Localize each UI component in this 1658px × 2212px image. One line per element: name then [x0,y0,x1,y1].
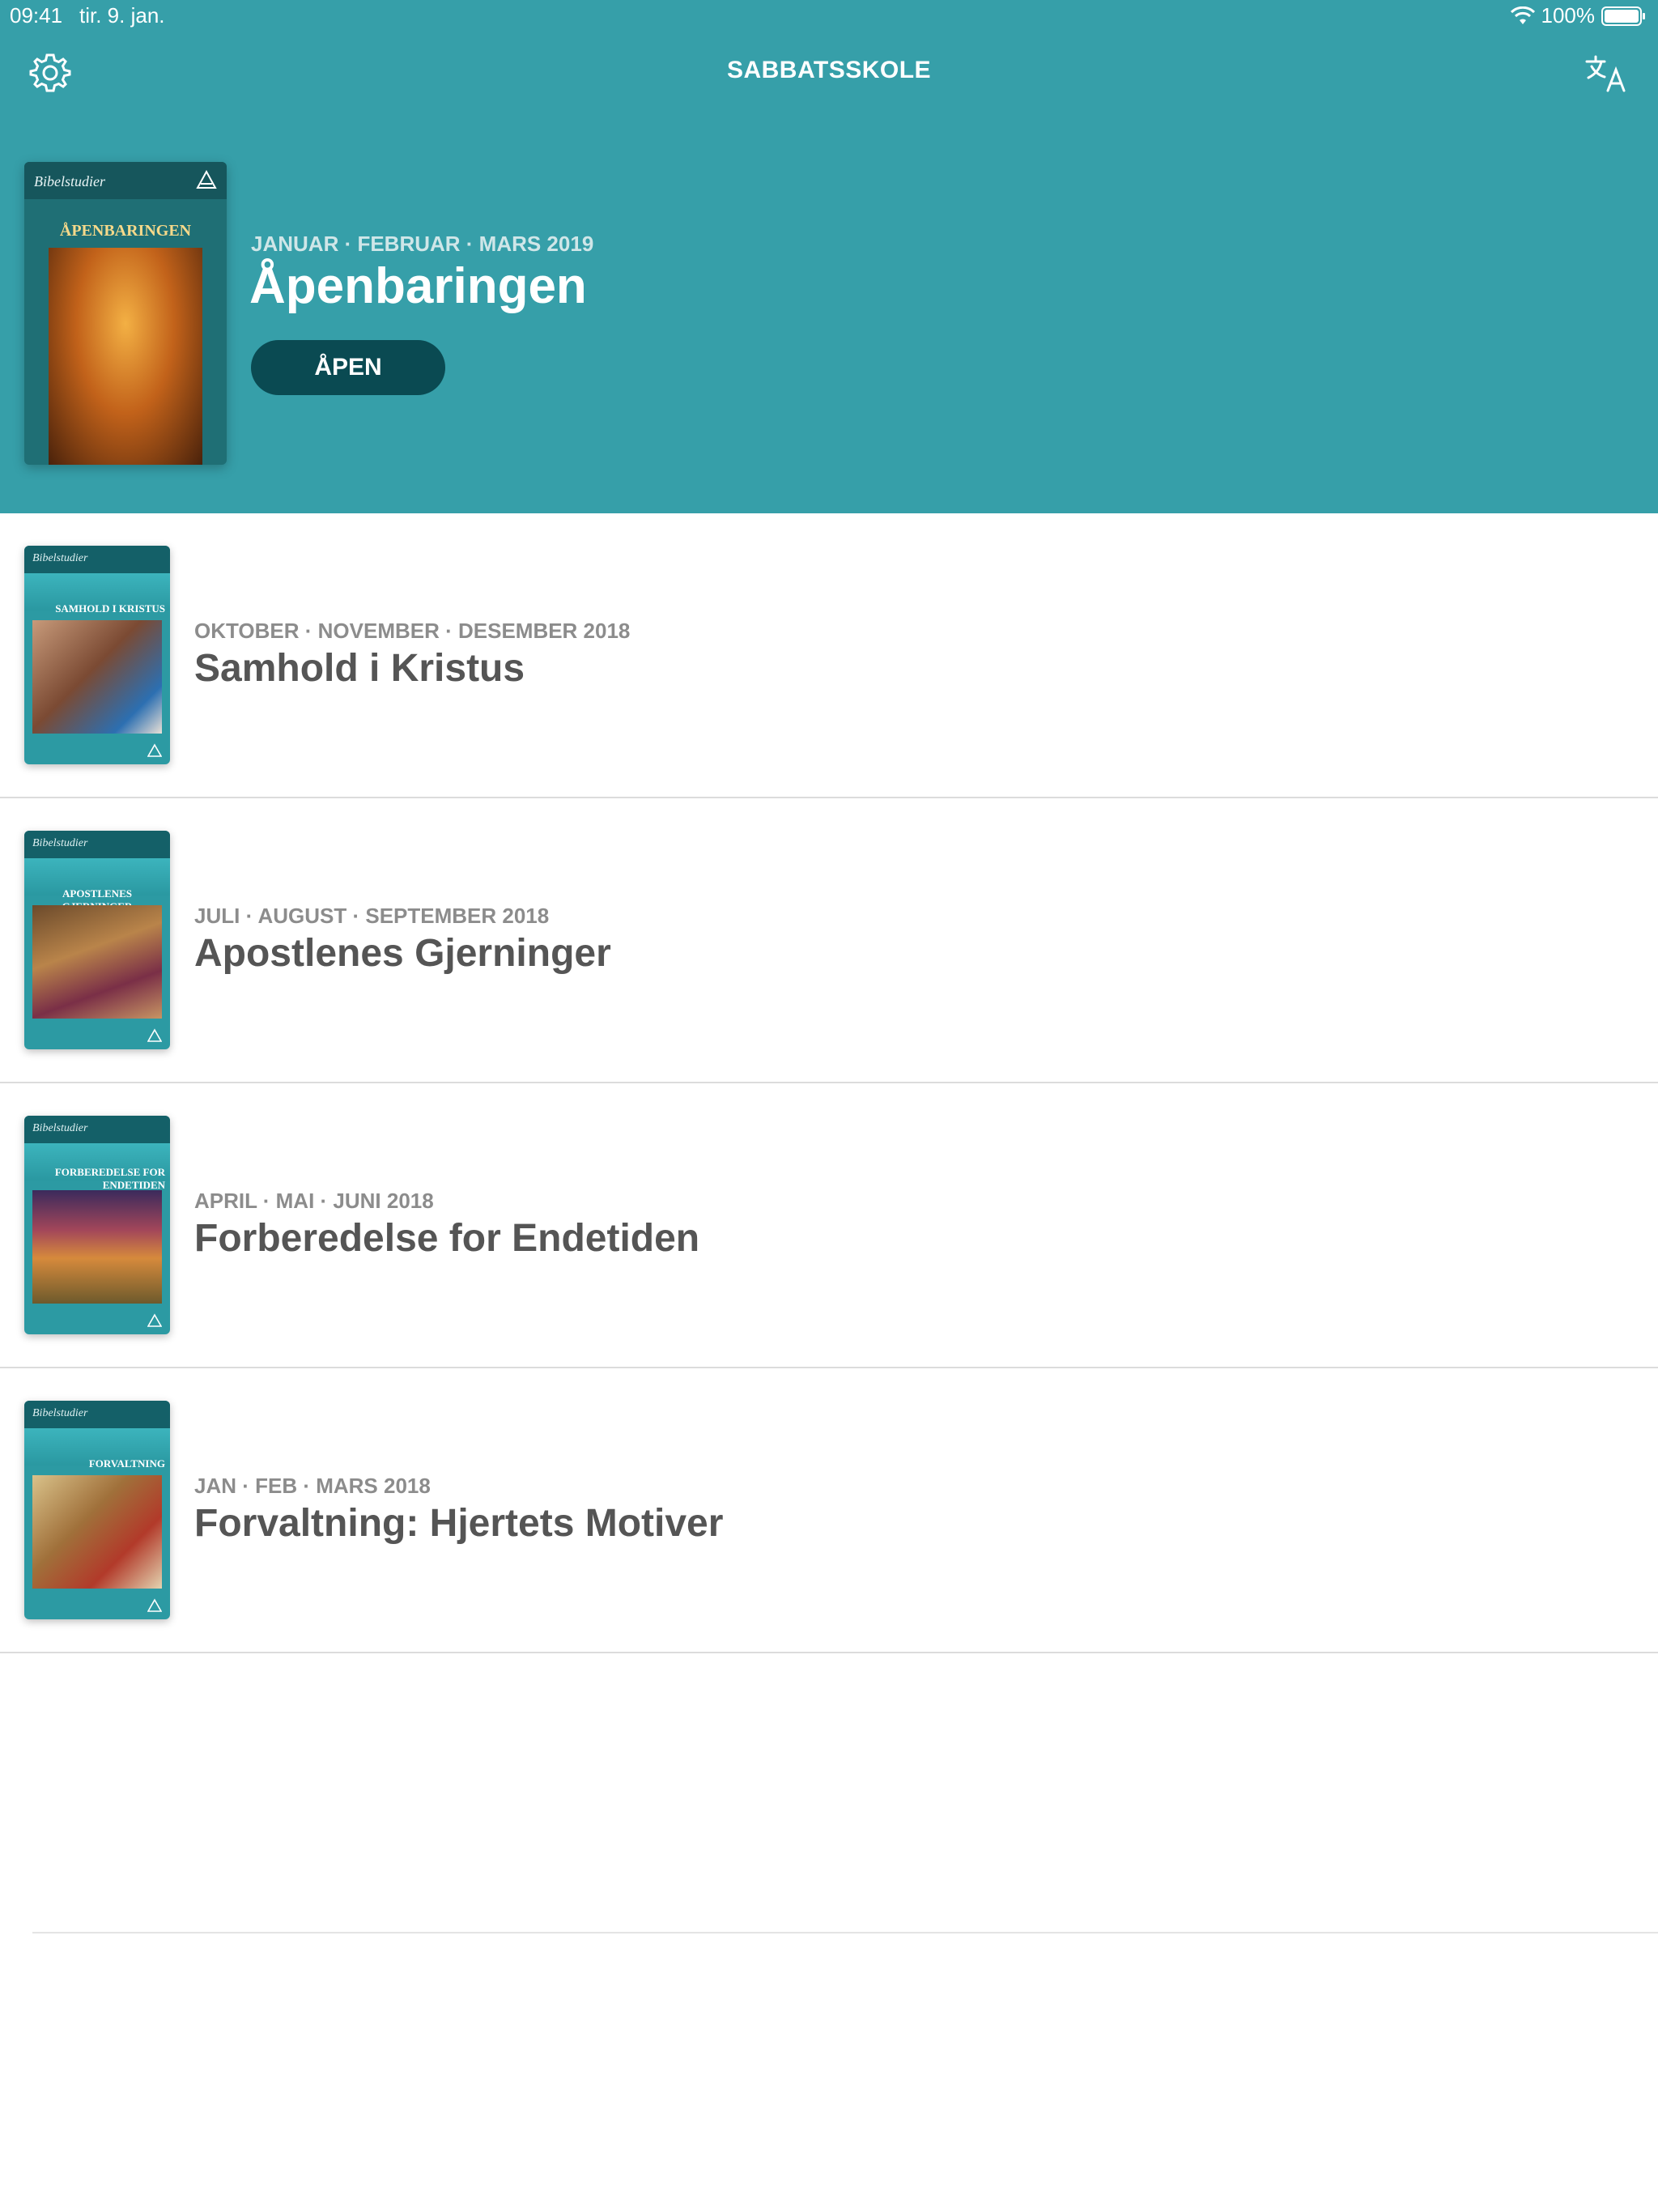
featured-dates: JANUAR · FEBRUAR · MARS 2019 [251,232,594,256]
status-time: 09:41 [10,3,63,28]
quarterly-title: Samhold i Kristus [194,647,525,690]
open-button[interactable]: ÅPEN [251,340,445,395]
status-bar: 09:41 tir. 9. jan. 100% [0,0,1658,32]
lion-lamb-artwork [49,248,202,465]
church-logo-icon [147,1028,162,1042]
list-item[interactable]: Bibelstudier FORBEREDELSE FOR ENDETIDEN … [0,1083,1658,1368]
quarterly-dates: JULI · AUGUST · SEPTEMBER 2018 [194,904,550,928]
translate-icon[interactable] [1584,52,1629,94]
wifi-icon [1510,6,1535,24]
quarterly-cover-image: Bibelstudier FORVALTNING [24,1401,170,1619]
featured-cover-image[interactable]: Bibelstudier ÅPENBARINGEN [24,162,227,465]
stewardship-artwork [32,1475,162,1589]
church-logo-icon [147,743,162,757]
cover-title: FORBEREDELSE FOR ENDETIDEN [54,1166,165,1191]
status-date: tir. 9. jan. [79,3,165,28]
cover-brand: Bibelstudier [32,1122,88,1134]
list-item[interactable]: Bibelstudier APOSTLENES GJERNINGER JULI … [0,798,1658,1083]
app-title: SABBATSSKOLE [726,57,932,83]
quarterly-cover-image: Bibelstudier APOSTLENES GJERNINGER [24,831,170,1049]
quarterly-cover-image: Bibelstudier FORBEREDELSE FOR ENDETIDEN [24,1116,170,1334]
church-logo-icon [147,1313,162,1327]
quarterly-dates: JAN · FEB · MARS 2018 [194,1474,431,1498]
cover-brand: Bibelstudier [32,837,88,849]
apostles-artwork [32,905,162,1019]
quarterly-dates: APRIL · MAI · JUNI 2018 [194,1189,434,1213]
list-item[interactable]: Bibelstudier SAMHOLD I KRISTUS OKTOBER ·… [0,513,1658,798]
hands-artwork [32,620,162,734]
quarterly-title: Forvaltning: Hjertets Motiver [194,1502,724,1545]
quarterly-cover-image: Bibelstudier SAMHOLD I KRISTUS [24,546,170,764]
quarterly-title: Apostlenes Gjerninger [194,932,611,975]
divider [32,1932,1658,1933]
cover-title: SAMHOLD I KRISTUS [55,602,165,615]
list-item[interactable]: Bibelstudier FORVALTNING JAN · FEB · MAR… [0,1368,1658,1653]
quarterly-list: Bibelstudier SAMHOLD I KRISTUS OKTOBER ·… [0,513,1658,1653]
cover-brand: Bibelstudier [34,173,105,189]
featured-title[interactable]: Åpenbaringen [249,257,587,315]
cover-brand: Bibelstudier [32,1407,88,1419]
end-times-artwork [32,1190,162,1304]
battery-icon [1601,6,1645,26]
cover-brand: Bibelstudier [32,552,88,564]
cover-title: FORVALTNING [88,1457,165,1470]
church-logo-icon [147,1598,162,1612]
quarterly-dates: OKTOBER · NOVEMBER · DESEMBER 2018 [194,619,631,643]
cover-title: ÅPENBARINGEN [59,222,192,240]
quarterly-title: Forberedelse for Endetiden [194,1217,700,1260]
status-right: 100% [1510,3,1647,28]
featured-header: 09:41 tir. 9. jan. 100% SABBATSSKOLE Bib… [0,0,1658,513]
battery-percentage: 100% [1541,3,1596,28]
church-logo-icon [196,170,217,189]
